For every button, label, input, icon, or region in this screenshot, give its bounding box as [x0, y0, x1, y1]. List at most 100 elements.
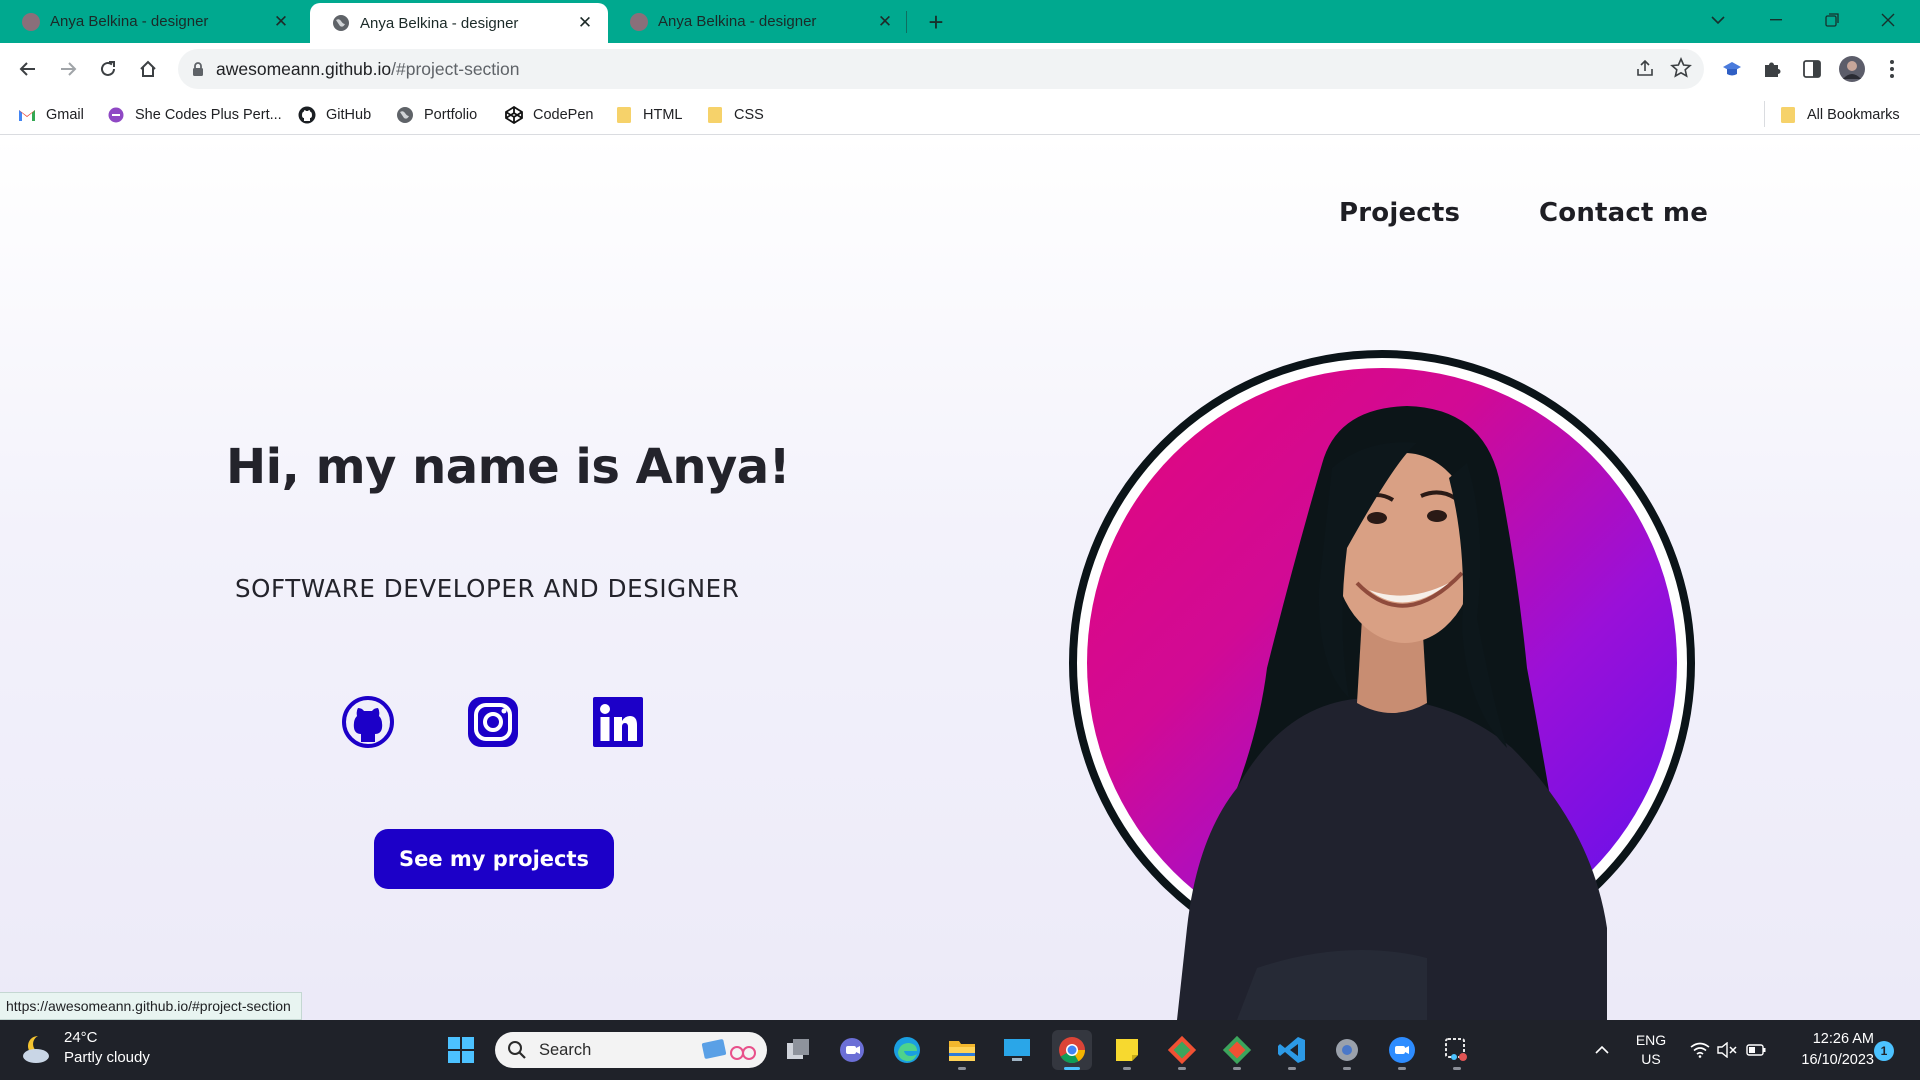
windows-taskbar: 24°C Partly cloudy Search ENG US 12:26 A…: [0, 1020, 1920, 1080]
graduation-cap-icon: [1723, 62, 1741, 76]
back-button[interactable]: [12, 53, 44, 85]
show-hidden-icons-button[interactable]: [1586, 1020, 1618, 1080]
running-indicator: [1288, 1067, 1296, 1070]
side-panel-button[interactable]: [1796, 53, 1828, 85]
battery-button[interactable]: [1741, 1020, 1771, 1080]
bookmark-folder-css[interactable]: CSS: [706, 103, 764, 127]
region-text: US: [1641, 1051, 1661, 1067]
sticky-note-icon: [1116, 1039, 1138, 1061]
browser-tab-strip: Anya Belkina - designer ✕ Anya Belkina -…: [0, 0, 1920, 43]
bookmark-label: Gmail: [46, 107, 84, 123]
weather-widget[interactable]: 24°C Partly cloudy: [18, 1028, 150, 1068]
clock-time: 12:26 AM: [1812, 1031, 1874, 1047]
git-app-button[interactable]: [1162, 1030, 1202, 1070]
share-button[interactable]: [1634, 57, 1656, 84]
bookmark-star-button[interactable]: [1670, 56, 1692, 84]
vscode-icon: [1278, 1037, 1305, 1063]
extension-button[interactable]: [1716, 53, 1748, 85]
git-app-button-2[interactable]: [1217, 1030, 1257, 1070]
nav-projects-link[interactable]: Projects: [1339, 198, 1460, 228]
zoom-button[interactable]: [1382, 1030, 1422, 1070]
close-icon[interactable]: ✕: [876, 12, 894, 31]
snipping-tool-button[interactable]: [1437, 1030, 1477, 1070]
tab-title: Anya Belkina - designer: [658, 13, 817, 30]
close-icon[interactable]: ✕: [576, 13, 594, 32]
vscode-button[interactable]: [1272, 1030, 1312, 1070]
restore-button[interactable]: [1804, 0, 1860, 40]
bookmark-label: All Bookmarks: [1807, 107, 1900, 123]
address-bar[interactable]: awesomeann.github.io/#project-section: [178, 49, 1704, 89]
start-button[interactable]: [441, 1030, 481, 1070]
close-icon[interactable]: ✕: [272, 12, 290, 31]
search-icon: [508, 1041, 526, 1059]
browser-tab-active[interactable]: Anya Belkina - designer ✕: [310, 3, 608, 43]
github-icon: [342, 696, 394, 748]
minimize-button[interactable]: [1748, 0, 1804, 40]
reload-icon: [101, 61, 115, 76]
partly-cloudy-icon: [23, 1036, 49, 1063]
url-text: awesomeann.github.io/#project-section: [216, 58, 520, 79]
instagram-icon: [468, 697, 518, 747]
shecodes-icon: [107, 106, 125, 124]
bookmark-github[interactable]: GitHub: [298, 103, 371, 127]
bookmark-portfolio[interactable]: Portfolio: [396, 103, 477, 127]
tab-title: Anya Belkina - designer: [50, 13, 209, 30]
teams-chat-button[interactable]: [832, 1030, 872, 1070]
bookmark-shecodes[interactable]: She Codes Plus Pert...: [107, 103, 282, 127]
remote-desktop-button[interactable]: [997, 1030, 1037, 1070]
see-projects-button[interactable]: See my projects: [374, 829, 614, 889]
globe-icon: [332, 14, 350, 32]
tab-search-button[interactable]: [1690, 0, 1746, 40]
running-indicator: [1233, 1067, 1241, 1070]
browser-tab[interactable]: Anya Belkina - designer ✕: [608, 0, 908, 43]
menu-button[interactable]: [1876, 53, 1908, 85]
taskbar-search[interactable]: Search: [495, 1032, 767, 1068]
github-link[interactable]: [342, 696, 394, 748]
temperature: 24°C: [64, 1029, 98, 1046]
running-indicator: [1123, 1067, 1131, 1070]
close-window-button[interactable]: [1860, 0, 1916, 40]
chrome-button[interactable]: [1052, 1030, 1092, 1070]
clock[interactable]: 12:26 AM 16/10/2023: [1778, 1029, 1874, 1071]
file-explorer-button[interactable]: [942, 1030, 982, 1070]
all-bookmarks-button[interactable]: All Bookmarks: [1779, 103, 1900, 127]
forward-button[interactable]: [52, 53, 84, 85]
globe-icon: [630, 12, 648, 31]
arrow-right-icon: [61, 62, 77, 76]
input-language-button[interactable]: ENG US: [1628, 1020, 1674, 1080]
extensions-button[interactable]: [1756, 53, 1788, 85]
edge-button[interactable]: [887, 1030, 927, 1070]
folder-icon: [706, 106, 724, 124]
notification-badge[interactable]: 1: [1874, 1041, 1894, 1061]
windows-icon: [448, 1037, 474, 1063]
linkedin-link[interactable]: [592, 696, 644, 748]
close-icon: [1881, 13, 1895, 27]
zoom-icon: [1389, 1037, 1415, 1063]
settings-button[interactable]: [1327, 1030, 1367, 1070]
hero-title: Hi, my name is Anya!: [226, 439, 791, 495]
task-view-button[interactable]: [778, 1030, 818, 1070]
home-button[interactable]: [132, 53, 164, 85]
reload-button[interactable]: [92, 53, 124, 85]
portfolio-page: Projects Contact me Hi, my name is Anya!…: [0, 136, 1920, 1020]
nav-contact-link[interactable]: Contact me: [1539, 198, 1708, 228]
bookmark-label: CodePen: [533, 107, 594, 123]
bookmark-label: CSS: [734, 107, 764, 123]
tab-divider: [906, 11, 907, 33]
bookmark-gmail[interactable]: Gmail: [18, 103, 84, 127]
star-icon: [1670, 56, 1692, 78]
browser-tab[interactable]: Anya Belkina - designer ✕: [0, 0, 304, 43]
profile-button[interactable]: [1836, 53, 1868, 85]
instagram-link[interactable]: [467, 696, 519, 748]
new-tab-button[interactable]: +: [920, 6, 952, 38]
battery-icon: [1746, 1044, 1766, 1056]
volume-button[interactable]: [1712, 1020, 1742, 1080]
bookmark-folder-html[interactable]: HTML: [615, 103, 682, 127]
running-indicator: [1343, 1067, 1351, 1070]
puzzle-icon: [1765, 62, 1781, 77]
bookmark-codepen[interactable]: CodePen: [505, 103, 593, 127]
codepen-icon: [505, 106, 523, 124]
running-indicator: [1178, 1067, 1186, 1070]
sticky-notes-button[interactable]: [1107, 1030, 1147, 1070]
search-highlight-icon: [701, 1039, 756, 1060]
